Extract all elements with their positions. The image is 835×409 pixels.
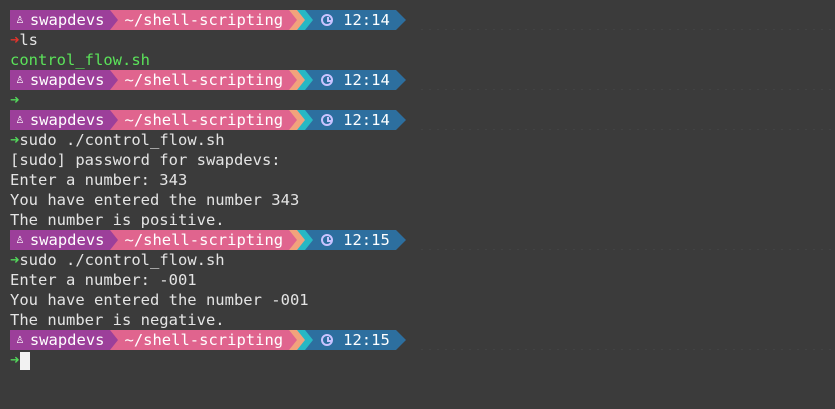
segment-separator: [395, 10, 406, 30]
segment-separator: [297, 330, 306, 350]
segment-separator: [395, 70, 406, 90]
segment-separator: [395, 110, 406, 130]
linux-icon: ♙: [16, 12, 24, 27]
prompt-arrow-icon: ➜: [10, 351, 20, 369]
prompt-user: swapdevs: [29, 71, 105, 89]
prompt-time: 12:14: [343, 71, 390, 89]
prompt-path-segment: ~/shell-scripting: [118, 70, 290, 90]
segment-separator: [289, 330, 298, 350]
prompt-user: swapdevs: [29, 231, 105, 249]
prompt-user-segment: ♙ swapdevs: [10, 110, 111, 130]
prompt-arrow-icon: ➜: [10, 131, 20, 149]
clock-icon: [321, 234, 334, 246]
prompt-user: swapdevs: [29, 11, 105, 29]
segment-separator: [305, 10, 314, 30]
prompt-time: 12:14: [343, 111, 390, 129]
command-text: ls: [19, 31, 39, 49]
prompt-path: ~/shell-scripting: [124, 71, 284, 89]
command-text: sudo ./control_flow.sh: [19, 131, 225, 149]
segment-separator: [305, 110, 314, 130]
prompt-arrow-icon: ➜: [10, 91, 20, 109]
command-line[interactable]: ➜: [10, 350, 835, 370]
prompt-user-segment: ♙ swapdevs: [10, 10, 111, 30]
prompt-filler-dots: [417, 70, 835, 90]
command-line: ➜: [10, 90, 835, 110]
prompt-filler-dots: [417, 110, 835, 130]
segment-separator: [297, 70, 306, 90]
prompt-user-segment: ♙ swapdevs: [10, 230, 111, 250]
linux-icon: ♙: [16, 72, 24, 87]
segment-separator: [305, 230, 314, 250]
segment-separator: [110, 70, 119, 90]
prompt-arrow-icon: ➜: [10, 251, 20, 269]
segment-separator: [289, 70, 298, 90]
segment-separator: [289, 110, 298, 130]
prompt-time: 12:15: [343, 231, 390, 249]
prompt-user: swapdevs: [29, 331, 105, 349]
prompt-user: swapdevs: [29, 111, 105, 129]
segment-separator: [110, 110, 119, 130]
segment-separator: [297, 230, 306, 250]
terminal[interactable]: ♙ swapdevs ~/shell-scripting 12:14 ➜ls c…: [0, 0, 835, 370]
prompt-filler-dots: [417, 230, 835, 250]
command-line: ➜sudo ./control_flow.sh: [10, 250, 835, 270]
prompt-line: ♙ swapdevs ~/shell-scripting 12:14: [10, 70, 835, 90]
command-line: ➜sudo ./control_flow.sh: [10, 130, 835, 150]
prompt-time-segment: 12:14: [313, 10, 396, 30]
prompt-path-segment: ~/shell-scripting: [118, 110, 290, 130]
clock-icon: [321, 334, 334, 346]
prompt-path: ~/shell-scripting: [124, 231, 284, 249]
output-line: You have entered the number 343: [10, 191, 300, 209]
prompt-path: ~/shell-scripting: [124, 331, 284, 349]
prompt-arrow-icon: ➜: [10, 31, 20, 49]
prompt-time: 12:14: [343, 11, 390, 29]
segment-separator: [305, 330, 314, 350]
prompt-time-segment: 12:14: [313, 70, 396, 90]
prompt-user-segment: ♙ swapdevs: [10, 70, 111, 90]
clock-icon: [321, 14, 334, 26]
segment-separator: [305, 70, 314, 90]
linux-icon: ♙: [16, 232, 24, 247]
segment-separator: [395, 330, 406, 350]
prompt-line: ♙ swapdevs ~/shell-scripting 12:15: [10, 230, 835, 250]
segment-separator: [297, 10, 306, 30]
prompt-time-segment: 12:15: [313, 230, 396, 250]
prompt-path-segment: ~/shell-scripting: [118, 230, 290, 250]
output-line: The number is negative.: [10, 311, 225, 329]
prompt-path-segment: ~/shell-scripting: [118, 10, 290, 30]
segment-separator: [110, 330, 119, 350]
prompt-filler-dots: [417, 330, 835, 350]
segment-separator: [289, 230, 298, 250]
prompt-line: ♙ swapdevs ~/shell-scripting 12:14: [10, 110, 835, 130]
output-line: You have entered the number -001: [10, 291, 309, 309]
linux-icon: ♙: [16, 112, 24, 127]
text-cursor: [20, 351, 31, 370]
output-line: [sudo] password for swapdevs:: [10, 151, 281, 169]
clock-icon: [321, 114, 334, 126]
prompt-filler-dots: [417, 10, 835, 30]
prompt-time-segment: 12:14: [313, 110, 396, 130]
output-line: Enter a number: -001: [10, 271, 197, 289]
command-text: sudo ./control_flow.sh: [19, 251, 225, 269]
prompt-line: ♙ swapdevs ~/shell-scripting 12:15: [10, 330, 835, 350]
segment-separator: [289, 10, 298, 30]
output-line: Enter a number: 343: [10, 171, 188, 189]
segment-separator: [297, 110, 306, 130]
segment-separator: [110, 230, 119, 250]
prompt-path: ~/shell-scripting: [124, 11, 284, 29]
prompt-line: ♙ swapdevs ~/shell-scripting 12:14: [10, 10, 835, 30]
command-line: ➜ls: [10, 30, 835, 50]
segment-separator: [110, 10, 119, 30]
prompt-path: ~/shell-scripting: [124, 111, 284, 129]
segment-separator: [395, 230, 406, 250]
prompt-user-segment: ♙ swapdevs: [10, 330, 111, 350]
prompt-path-segment: ~/shell-scripting: [118, 330, 290, 350]
prompt-time: 12:15: [343, 331, 390, 349]
prompt-time-segment: 12:15: [313, 330, 396, 350]
linux-icon: ♙: [16, 332, 24, 347]
clock-icon: [321, 74, 334, 86]
output-line: control_flow.sh: [10, 51, 150, 69]
output-line: The number is positive.: [10, 211, 225, 229]
